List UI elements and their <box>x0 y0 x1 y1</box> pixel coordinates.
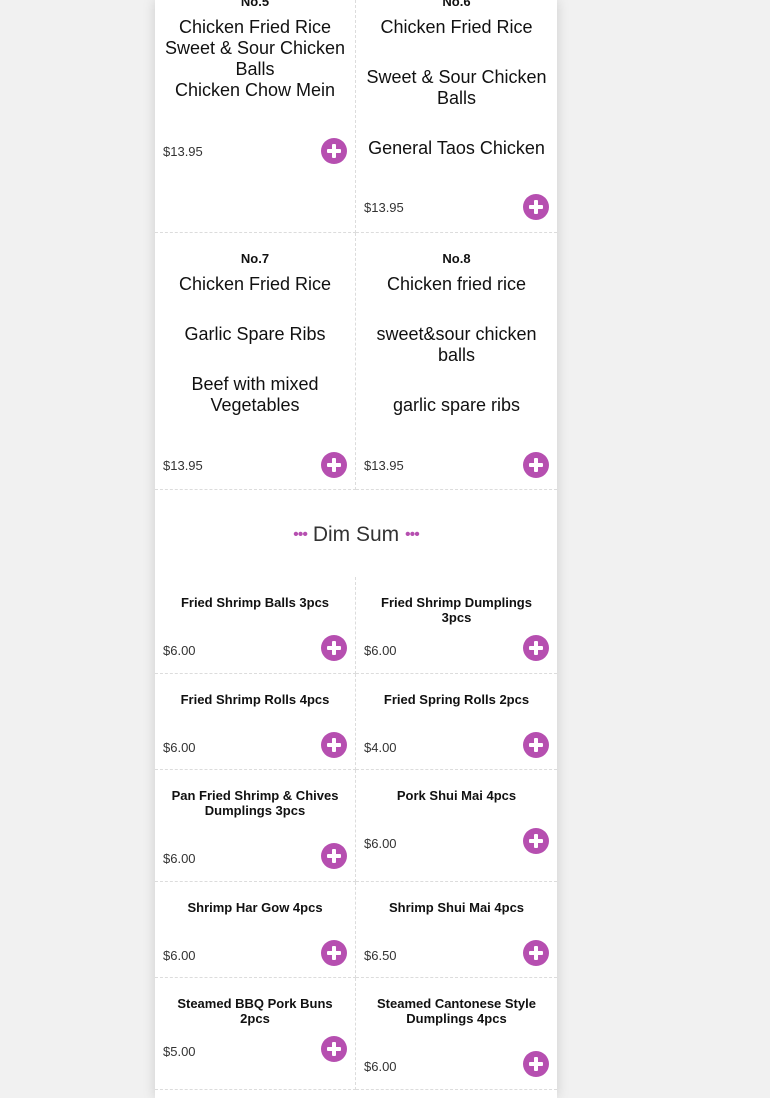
price: $6.00 <box>163 740 196 755</box>
add-to-cart-button[interactable] <box>321 138 347 164</box>
dish-card[interactable]: Fried Shrimp Dumplings 3pcs $6.00 <box>356 577 557 674</box>
price: $6.50 <box>364 948 397 963</box>
price: $5.00 <box>163 1044 196 1059</box>
price: $13.95 <box>364 200 404 215</box>
dish-name: Fried Shrimp Rolls 4pcs <box>180 692 330 707</box>
add-to-cart-button[interactable] <box>523 732 549 758</box>
section-title-text: Dim Sum <box>312 523 400 546</box>
dish-card[interactable]: Steamed BBQ Pork Buns 2pcs $5.00 <box>155 978 356 1090</box>
combo-title: No.7 <box>240 251 270 266</box>
add-to-cart-button[interactable] <box>523 940 549 966</box>
menu-column: No.5 Chicken Fried Rice Sweet & Sour Chi… <box>155 0 557 1098</box>
dish-name: Shrimp Shui Mai 4pcs <box>388 900 525 915</box>
price: $6.00 <box>364 1059 397 1074</box>
dish-name: Fried Spring Rolls 2pcs <box>383 692 530 707</box>
dish-card[interactable]: Steamed Cantonese Style Dumplings 4pcs $… <box>356 978 557 1090</box>
section-header-dim-sum: ••• Dim Sum ••• <box>155 490 557 577</box>
price: $6.00 <box>364 836 397 851</box>
add-to-cart-button[interactable] <box>321 940 347 966</box>
dish-card[interactable]: Fried Spring Rolls 2pcs $4.00 <box>356 674 557 770</box>
dish-name: Pork Shui Mai 4pcs <box>396 788 517 803</box>
combo-items: Chicken Fried Rice Garlic Spare Ribs Bee… <box>163 274 347 416</box>
combo-item: garlic spare ribs <box>392 395 521 415</box>
combo-item: Chicken Fried Rice <box>178 274 332 294</box>
combo-item: sweet&sour chicken balls <box>376 324 537 365</box>
dish-name: Fried Shrimp Dumplings 3pcs <box>381 595 532 625</box>
combo-row-1: No.5 Chicken Fried Rice Sweet & Sour Chi… <box>155 0 557 233</box>
dish-name: Shrimp Har Gow 4pcs <box>187 900 323 915</box>
combo-item: Chicken Fried Rice <box>380 17 533 37</box>
dish-card[interactable]: Pan Fried Shrimp & Chives Dumplings 3pcs… <box>155 770 356 882</box>
combo-card-no5[interactable]: No.5 Chicken Fried Rice Sweet & Sour Chi… <box>155 0 356 233</box>
combo-card-no6[interactable]: No.6 Chicken Fried Rice Sweet & Sour Chi… <box>356 0 557 233</box>
dish-card[interactable]: Fried Shrimp Rolls 4pcs $6.00 <box>155 674 356 770</box>
add-to-cart-button[interactable] <box>321 1036 347 1062</box>
combo-card-no8[interactable]: No.8 Chicken fried rice sweet&sour chick… <box>356 233 557 490</box>
section-title: ••• Dim Sum ••• <box>155 523 557 547</box>
dish-name: Pan Fried Shrimp & Chives Dumplings 3pcs <box>171 788 339 818</box>
combo-items: Chicken Fried Rice Sweet & Sour Chicken … <box>163 17 347 101</box>
combo-title: No.8 <box>442 251 471 266</box>
decorative-dots-icon: ••• <box>405 526 420 543</box>
combo-row-2: No.7 Chicken Fried Rice Garlic Spare Rib… <box>155 233 557 490</box>
add-to-cart-button[interactable] <box>523 828 549 854</box>
add-to-cart-button[interactable] <box>321 732 347 758</box>
combo-item: Sweet & Sour Chicken Balls <box>366 67 547 108</box>
add-to-cart-button[interactable] <box>523 635 549 661</box>
combo-item: Chicken Fried Rice <box>178 17 332 37</box>
dish-card[interactable]: Pork Shui Mai 4pcs $6.00 <box>356 770 557 882</box>
add-to-cart-button[interactable] <box>321 635 347 661</box>
dim-sum-row-1: Fried Shrimp Balls 3pcs $6.00 Fried Shri… <box>155 577 557 674</box>
price: $13.95 <box>163 458 203 473</box>
combo-items: Chicken fried rice sweet&sour chicken ba… <box>364 274 549 416</box>
combo-title: No.6 <box>442 0 471 9</box>
decorative-dots-icon: ••• <box>293 526 308 543</box>
dim-sum-row-4: Shrimp Har Gow 4pcs $6.00 Shrimp Shui Ma… <box>155 882 557 978</box>
dim-sum-row-5: Steamed BBQ Pork Buns 2pcs $5.00 Steamed… <box>155 978 557 1090</box>
dish-card[interactable]: Fried Shrimp Balls 3pcs $6.00 <box>155 577 356 674</box>
combo-title: No.5 <box>240 0 270 9</box>
price: $6.00 <box>163 948 196 963</box>
dim-sum-row-2: Fried Shrimp Rolls 4pcs $6.00 Fried Spri… <box>155 674 557 770</box>
price: $4.00 <box>364 740 397 755</box>
dish-name: Steamed Cantonese Style Dumplings 4pcs <box>377 996 536 1026</box>
add-to-cart-button[interactable] <box>321 452 347 478</box>
combo-item: Chicken Chow Mein <box>174 80 336 100</box>
add-to-cart-button[interactable] <box>523 1051 549 1077</box>
price: $13.95 <box>364 458 404 473</box>
combo-item: Chicken fried rice <box>386 274 527 294</box>
price: $6.00 <box>163 643 196 658</box>
add-to-cart-button[interactable] <box>321 843 347 869</box>
dish-name: Fried Shrimp Balls 3pcs <box>180 595 330 610</box>
combo-card-no7[interactable]: No.7 Chicken Fried Rice Garlic Spare Rib… <box>155 233 356 490</box>
dish-card[interactable]: Shrimp Har Gow 4pcs $6.00 <box>155 882 356 978</box>
dim-sum-row-3: Pan Fried Shrimp & Chives Dumplings 3pcs… <box>155 770 557 882</box>
combo-item: General Taos Chicken <box>368 138 545 158</box>
price: $6.00 <box>163 851 196 866</box>
combo-item: Sweet & Sour Chicken Balls <box>164 38 346 79</box>
combo-item: Garlic Spare Ribs <box>184 324 326 344</box>
dish-name: Steamed BBQ Pork Buns 2pcs <box>177 996 333 1026</box>
add-to-cart-button[interactable] <box>523 194 549 220</box>
price: $6.00 <box>364 643 397 658</box>
add-to-cart-button[interactable] <box>523 452 549 478</box>
combo-items: Chicken Fried Rice Sweet & Sour Chicken … <box>364 17 549 159</box>
dish-card[interactable]: Shrimp Shui Mai 4pcs $6.50 <box>356 882 557 978</box>
combo-item: Beef with mixed Vegetables <box>191 374 319 415</box>
price: $13.95 <box>163 144 203 159</box>
